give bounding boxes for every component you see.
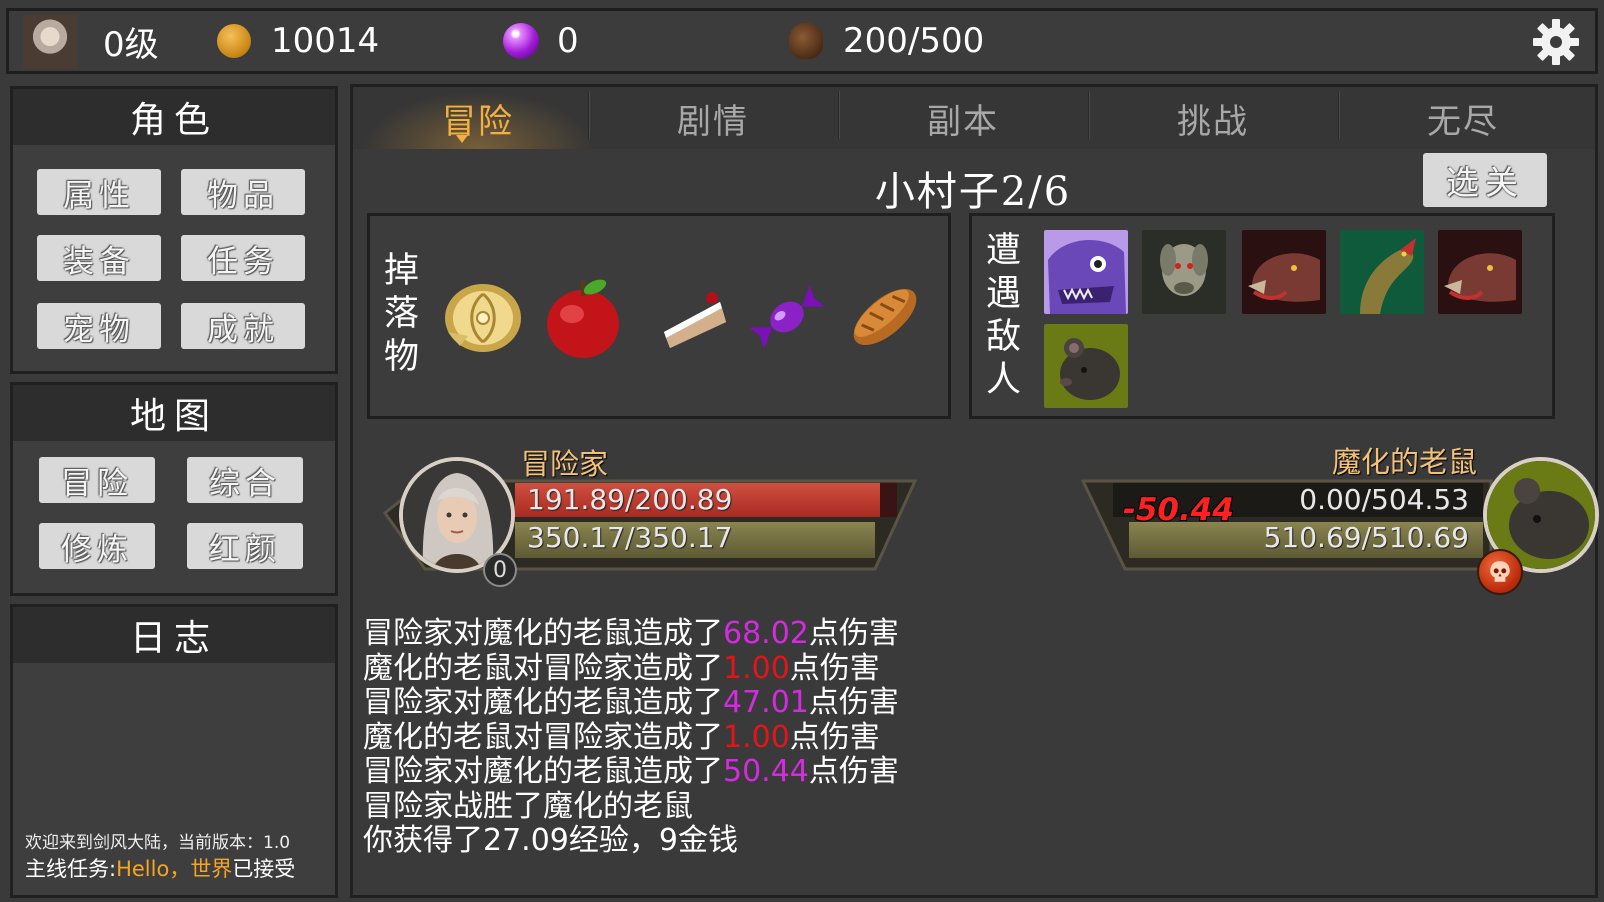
main-panel: 冒险 剧情 副本 挑战 无尽 小村子2/6 选关 掉 落 物 遭 遇 敌 人 1…	[350, 84, 1599, 898]
enemies-label-char: 敌	[986, 317, 1022, 357]
achievements-button[interactable]: 成就	[181, 303, 305, 349]
enemies-box: 遭 遇 敌 人	[969, 213, 1555, 419]
purple-beast-icon[interactable]	[1044, 230, 1128, 314]
bread-icon[interactable]	[840, 272, 930, 362]
tab-challenge[interactable]: 挑战	[1088, 87, 1338, 149]
map-training-button[interactable]: 修炼	[39, 523, 155, 569]
drops-label-char: 落	[384, 294, 420, 334]
tab-endless[interactable]: 无尽	[1338, 87, 1588, 149]
log-damage-value: 68.02	[723, 616, 809, 651]
settings-gear-icon[interactable]	[1531, 17, 1581, 67]
battle-log-line: 魔化的老鼠对冒险家造成了1.00点伤害	[363, 719, 899, 756]
battle-log: 冒险家对魔化的老鼠造成了68.02点伤害 魔化的老鼠对冒险家造成了1.00点伤害…	[363, 616, 899, 859]
log-damage-value: 1.00	[723, 650, 790, 686]
tab-story[interactable]: 剧情	[588, 87, 838, 149]
enemy-name: 魔化的老鼠	[1331, 445, 1477, 479]
enemies-label: 遭 遇 敌 人	[986, 230, 1021, 402]
log-text: 冒险家对魔化的老鼠造成了	[363, 685, 723, 720]
battle-log-line: 冒险家对魔化的老鼠造成了50.44点伤害	[363, 754, 899, 790]
log-damage-value: 47.01	[723, 685, 809, 720]
quest-log-highlight: Hello，	[116, 857, 191, 881]
items-button[interactable]: 物品	[181, 169, 305, 215]
top-status-bar: 0级 10014 0 200/500	[6, 8, 1598, 74]
quest-log-line: 主线任务:Hello，世界已接受	[25, 853, 295, 883]
apple-icon[interactable]	[538, 272, 628, 362]
cake-slice-icon[interactable]	[650, 272, 740, 362]
stamina-jug-icon	[789, 23, 823, 59]
map-panel-title: 地图	[13, 385, 335, 441]
log-damage-value: 1.00	[723, 719, 790, 755]
player-level-badge: 0	[483, 553, 517, 587]
attributes-button[interactable]: 属性	[37, 169, 161, 215]
gold-coin-icon	[217, 24, 251, 58]
enemies-label-char: 遇	[986, 274, 1022, 314]
log-text: 冒险家对魔化的老鼠造成了	[363, 754, 723, 789]
log-text: 点伤害	[808, 754, 899, 789]
battle-log-line: 冒险家对魔化的老鼠造成了68.02点伤害	[363, 616, 899, 652]
skull-icon	[1490, 561, 1510, 582]
zombie-dog-icon[interactable]	[1142, 230, 1226, 314]
log-text: 魔化的老鼠对冒险家造成了	[363, 650, 723, 686]
enemy-hp-text: 0.00/504.53	[1299, 483, 1469, 516]
enemies-label-char: 遭	[986, 231, 1022, 271]
map-general-button[interactable]: 综合	[187, 457, 303, 503]
player-name: 冒险家	[521, 447, 609, 481]
quest-log-suffix: 已接受	[232, 857, 296, 881]
battle-log-line: 冒险家对魔化的老鼠造成了47.01点伤害	[363, 685, 899, 721]
log-panel: 日志 欢迎来到剑风大陆，当前版本：1.0 主线任务:Hello，世界已接受	[10, 604, 338, 898]
battle-log-line: 魔化的老鼠对冒险家造成了1.00点伤害	[363, 650, 899, 687]
map-companion-button[interactable]: 红颜	[187, 523, 303, 569]
equipment-button[interactable]: 装备	[37, 235, 161, 281]
role-panel-title: 角色	[13, 89, 335, 145]
snake-icon[interactable]	[1340, 230, 1424, 314]
enemy-mp-text: 510.69/510.69	[1263, 521, 1469, 554]
stage-title: 小村子2/6	[874, 169, 1072, 215]
rat-icon[interactable]	[1044, 324, 1128, 408]
enemies-label-char: 人	[986, 360, 1022, 400]
player-avatar-icon[interactable]	[23, 15, 77, 69]
stamina-amount: 200/500	[843, 21, 985, 61]
active-tab-caret-icon	[456, 135, 468, 143]
tab-adventure[interactable]: 冒险	[353, 87, 603, 149]
pets-button[interactable]: 宠物	[37, 303, 161, 349]
boar-icon[interactable]	[1242, 230, 1326, 314]
log-text: 冒险家对魔化的老鼠造成了	[363, 616, 723, 651]
quest-log-prefix: 主线任务:	[25, 857, 117, 881]
boar-icon[interactable]	[1438, 230, 1522, 314]
quest-log-highlight-2: 世界	[190, 857, 233, 881]
log-panel-title: 日志	[13, 607, 335, 663]
log-text: 你获得了27.09经验，9金钱	[363, 823, 738, 858]
map-panel: 地图 冒险 综合 修炼 红颜	[10, 382, 338, 596]
log-text: 点伤害	[789, 650, 880, 686]
drops-label: 掉 落 物	[384, 250, 419, 379]
candy-icon[interactable]	[742, 272, 832, 362]
fish-steak-icon[interactable]	[438, 272, 528, 362]
drops-label-char: 掉	[384, 251, 420, 291]
drops-box: 掉 落 物	[367, 213, 951, 419]
quests-button[interactable]: 任务	[181, 235, 305, 281]
log-text: 点伤害	[789, 719, 880, 755]
tab-dungeon[interactable]: 副本	[838, 87, 1088, 149]
purple-gem-icon	[503, 23, 539, 59]
mode-tabs: 冒险 剧情 副本 挑战 无尽	[353, 87, 1595, 149]
player-hp-text: 191.89/200.89	[527, 483, 733, 516]
damage-float-text: -50.44	[1123, 492, 1234, 528]
drops-label-char: 物	[384, 337, 420, 377]
player-mp-text: 350.17/350.17	[527, 521, 733, 554]
select-stage-button[interactable]: 选关	[1423, 153, 1547, 207]
battle-log-line: 你获得了27.09经验，9金钱	[363, 823, 899, 859]
log-text: 冒险家战胜了魔化的老鼠	[363, 788, 693, 824]
role-panel: 角色 属性 物品 装备 任务 宠物 成就	[10, 86, 338, 374]
map-adventure-button[interactable]: 冒险	[39, 457, 155, 503]
log-text: 点伤害	[808, 685, 899, 720]
log-text: 魔化的老鼠对冒险家造成了	[363, 719, 723, 755]
welcome-log-line: 欢迎来到剑风大陆，当前版本：1.0	[25, 833, 291, 853]
enemy-skull-badge	[1477, 549, 1523, 595]
log-text: 点伤害	[808, 616, 899, 651]
gold-amount: 10014	[271, 21, 380, 61]
gem-amount: 0	[557, 21, 579, 61]
player-level: 0级	[103, 24, 159, 65]
battle-log-line: 冒险家战胜了魔化的老鼠	[363, 788, 899, 825]
log-damage-value: 50.44	[723, 754, 809, 789]
